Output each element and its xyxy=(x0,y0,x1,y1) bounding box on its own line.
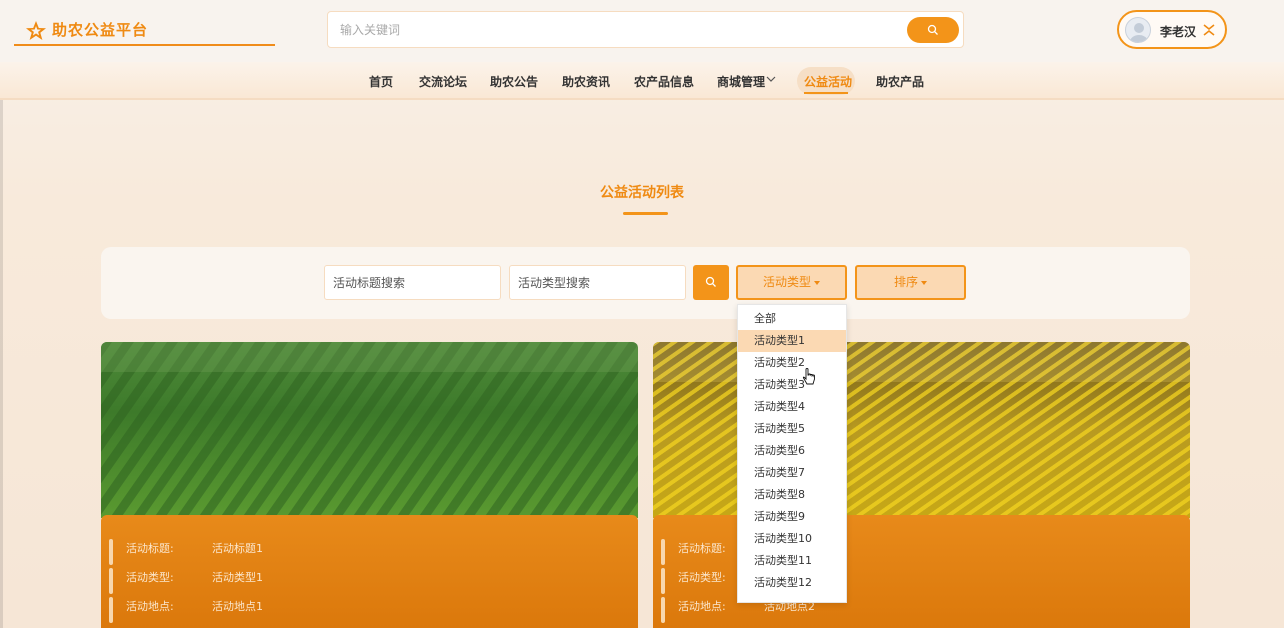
card-image xyxy=(653,342,1190,518)
title-search-input[interactable] xyxy=(324,265,501,300)
dropdown-option[interactable]: 活动类型12 xyxy=(738,572,846,594)
label-location: 活动地点: xyxy=(126,600,174,613)
nav-item-forum[interactable]: 交流论坛 xyxy=(419,73,467,90)
nav-item-aid-products[interactable]: 助农产品 xyxy=(876,73,924,90)
user-menu[interactable]: 李老汉 xyxy=(1117,10,1227,49)
dropdown-option[interactable]: 活动类型2 xyxy=(738,352,846,374)
info-marker xyxy=(661,539,665,565)
filter-panel: 活动类型 排序 xyxy=(101,247,1190,319)
star-logo-icon xyxy=(26,21,46,40)
search-input[interactable] xyxy=(340,18,900,42)
type-search-input[interactable] xyxy=(509,265,686,300)
info-marker xyxy=(109,539,113,565)
nav-item-charity-events[interactable]: 公益活动 xyxy=(804,73,852,90)
brand-name: 助农公益平台 xyxy=(52,21,149,39)
dropdown-option[interactable]: 活动类型5 xyxy=(738,418,846,440)
label-location: 活动地点: xyxy=(678,600,726,613)
type-dropdown-menu: 全部 活动类型1 活动类型2 活动类型3 活动类型4 活动类型5 活动类型6 活… xyxy=(737,304,847,603)
title-underline xyxy=(623,212,668,215)
dropdown-option[interactable]: 活动类型4 xyxy=(738,396,846,418)
type-filter-button[interactable]: 活动类型 xyxy=(736,265,847,300)
card-info-panel: 活动标题: 活动类型: 活动地点: 活动地点2 xyxy=(653,515,1190,628)
nav-item-products-info[interactable]: 农产品信息 xyxy=(634,73,694,90)
global-search xyxy=(327,11,964,48)
dropdown-option[interactable]: 活动类型1 xyxy=(738,330,846,352)
avatar-icon xyxy=(1125,17,1151,43)
search-button[interactable] xyxy=(907,17,959,43)
dropdown-option[interactable]: 活动类型11 xyxy=(738,550,846,572)
value-title: 活动标题1 xyxy=(212,542,263,555)
dropdown-option[interactable]: 活动类型7 xyxy=(738,462,846,484)
card-image xyxy=(101,342,638,518)
activity-card[interactable]: 活动标题: 活动标题1 活动类型: 活动类型1 活动地点: 活动地点1 xyxy=(101,342,638,628)
search-icon xyxy=(705,276,716,287)
card-info-panel: 活动标题: 活动标题1 活动类型: 活动类型1 活动地点: 活动地点1 xyxy=(101,515,638,628)
sort-button[interactable]: 排序 xyxy=(855,265,966,300)
label-type: 活动类型: xyxy=(678,571,726,584)
dropdown-option[interactable]: 活动类型3 xyxy=(738,374,846,396)
top-header: 助农公益平台 李老汉 xyxy=(0,0,1284,62)
page-title: 公益活动列表 xyxy=(600,185,684,201)
label-type: 活动类型: xyxy=(126,571,174,584)
filter-search-button[interactable] xyxy=(693,265,729,300)
logout-icon[interactable] xyxy=(1201,22,1217,38)
sort-label: 排序 xyxy=(893,275,918,289)
brand-logo[interactable]: 助农公益平台 xyxy=(14,16,275,46)
info-marker xyxy=(109,597,113,623)
value-location: 活动地点1 xyxy=(212,600,263,613)
nav-item-notices[interactable]: 助农公告 xyxy=(490,73,538,90)
label-title: 活动标题: xyxy=(126,542,174,555)
nav-active-underline xyxy=(804,92,848,94)
label-title: 活动标题: xyxy=(678,542,726,555)
activity-card[interactable]: 活动标题: 活动类型: 活动地点: 活动地点2 xyxy=(653,342,1190,628)
user-name: 李老汉 xyxy=(1160,25,1197,39)
pointer-cursor-icon xyxy=(802,368,815,385)
info-marker xyxy=(661,597,665,623)
search-icon xyxy=(927,24,938,35)
nav-item-shop-management[interactable]: 商城管理 xyxy=(717,73,765,90)
dropdown-option-all[interactable]: 全部 xyxy=(738,308,846,330)
dropdown-option[interactable]: 活动类型6 xyxy=(738,440,846,462)
caret-down-icon xyxy=(814,280,820,285)
dropdown-option[interactable]: 活动类型9 xyxy=(738,506,846,528)
main-nav: 首页 交流论坛 助农公告 助农资讯 农产品信息 商城管理 公益活动 助农产品 xyxy=(0,62,1284,100)
info-marker xyxy=(109,568,113,594)
dropdown-option[interactable]: 活动类型8 xyxy=(738,484,846,506)
type-filter-label: 活动类型 xyxy=(762,275,811,289)
nav-item-home[interactable]: 首页 xyxy=(369,73,393,90)
nav-item-news[interactable]: 助农资讯 xyxy=(562,73,610,90)
info-marker xyxy=(661,568,665,594)
dropdown-option[interactable]: 活动类型10 xyxy=(738,528,846,550)
chevron-down-icon xyxy=(766,76,776,82)
caret-down-icon xyxy=(921,280,927,285)
value-type: 活动类型1 xyxy=(212,571,263,584)
